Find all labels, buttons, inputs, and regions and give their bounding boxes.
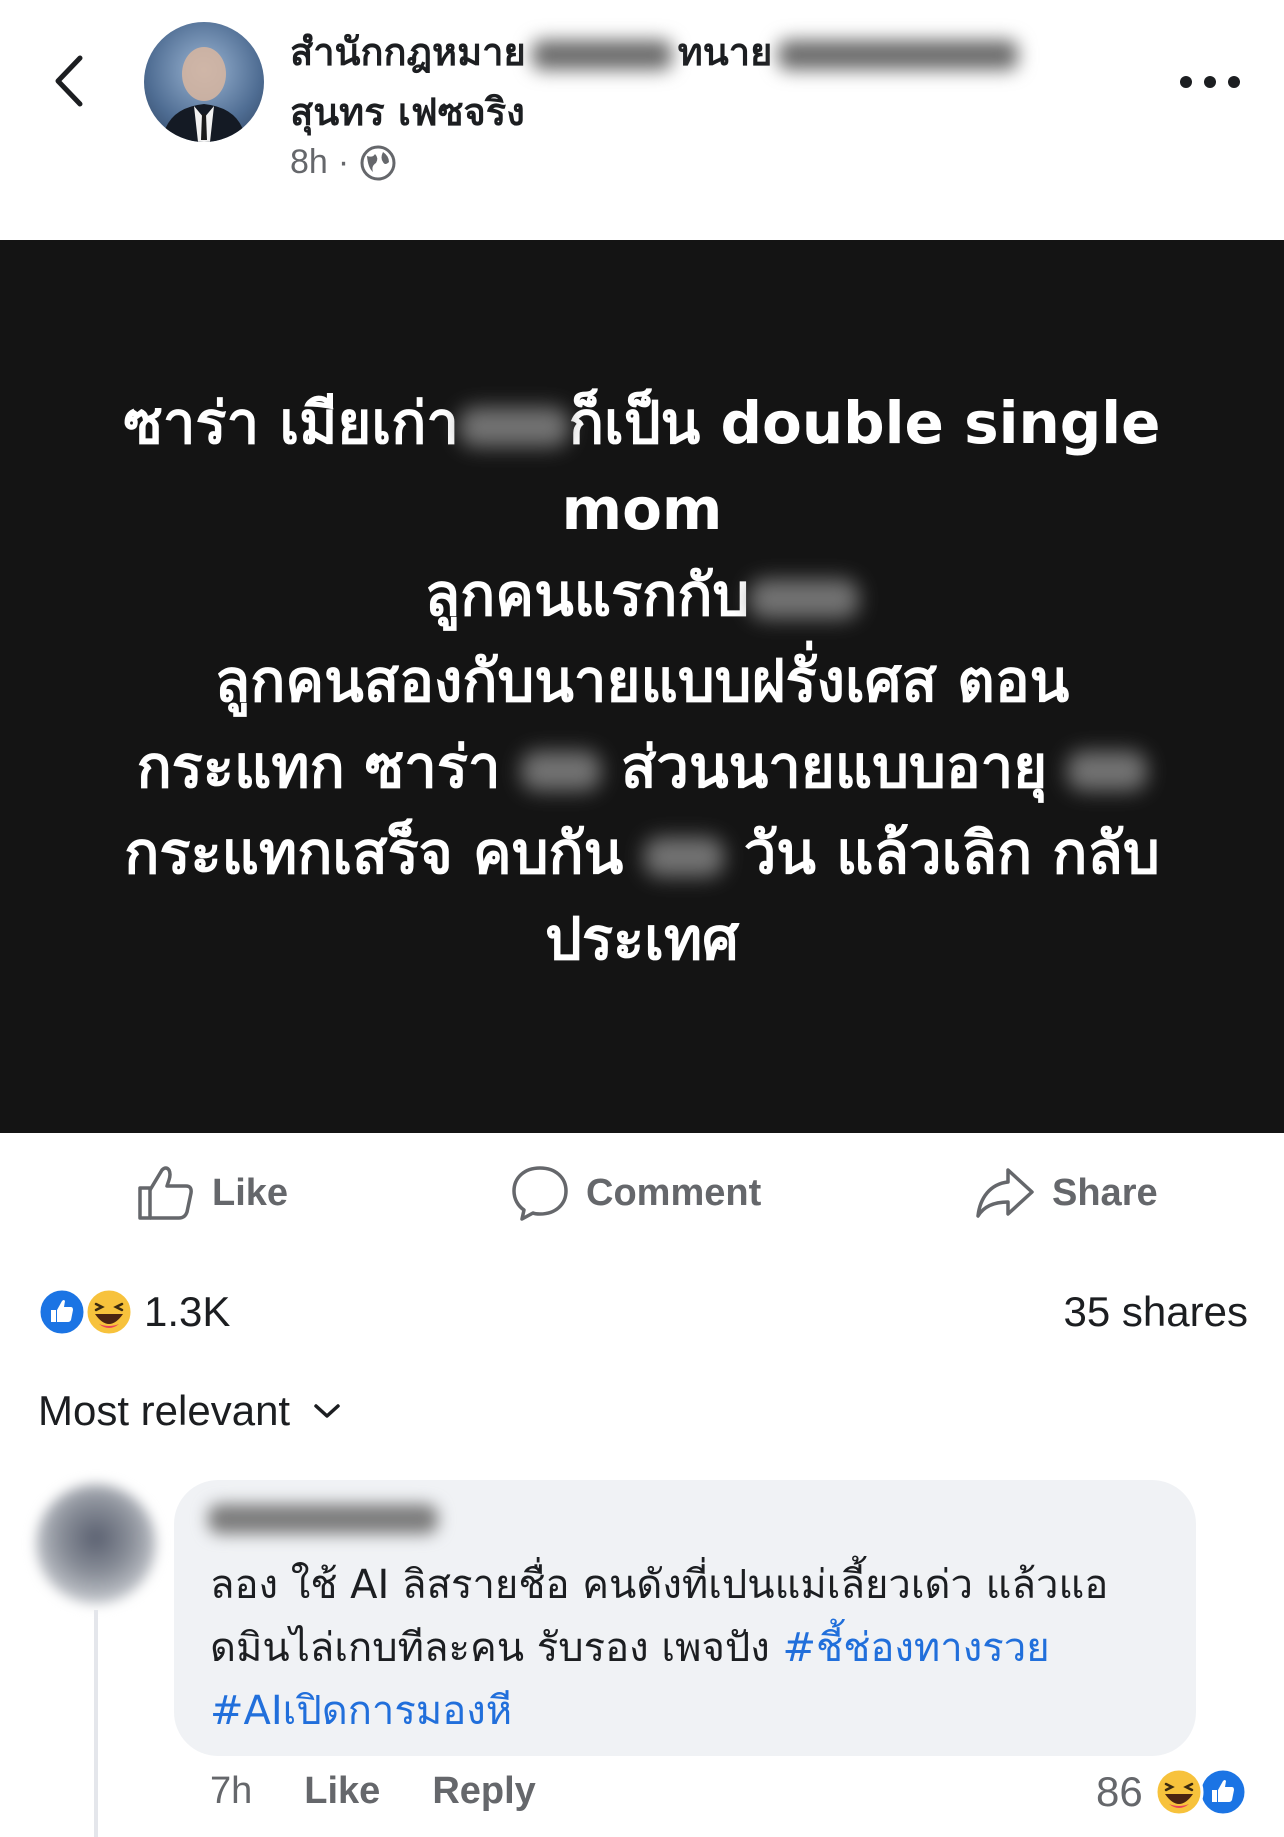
share-arrow-icon bbox=[976, 1168, 1034, 1218]
post-content-panel[interactable]: ซาร่า เมียเก่า ก็เป็น double single mom ล… bbox=[0, 240, 1284, 1133]
like-reaction-icon bbox=[1198, 1767, 1248, 1817]
post-line: ประเทศ bbox=[545, 905, 739, 973]
post-text-segment: วัน แล้วเลิก กลับ bbox=[743, 819, 1160, 887]
like-label: Like bbox=[212, 1171, 289, 1214]
blurred-text bbox=[749, 578, 860, 619]
post-line: กระแทก ซาร่า ส่วนนายแบบอายุ bbox=[80, 724, 1204, 810]
post-text-segment: ส่วนนายแบบอายุ bbox=[620, 733, 1048, 801]
hashtag-link[interactable]: #ชี้ช่องทางรวย bbox=[783, 1625, 1050, 1671]
reaction-icons[interactable] bbox=[36, 1286, 136, 1338]
post-text-segment: ลูกคนแรกกับ bbox=[424, 561, 750, 629]
comment-sort-dropdown[interactable]: Most relevant bbox=[38, 1387, 342, 1435]
more-options-button[interactable] bbox=[1180, 62, 1240, 102]
blurred-text bbox=[520, 750, 601, 791]
share-count[interactable]: 35 shares bbox=[1064, 1286, 1248, 1338]
more-dots-icon bbox=[1180, 76, 1192, 88]
comment-text-segment: ดมินไล่เกบทีละคน รับรอง เพจปัง bbox=[210, 1625, 783, 1671]
more-dots-icon bbox=[1228, 76, 1240, 88]
post-text-segment: ซาร่า เมียเก่า bbox=[123, 389, 459, 457]
page-name-line2: สุนทร เฟซจริง bbox=[290, 90, 525, 134]
post-line: ลูกคนแรกกับ bbox=[80, 552, 1204, 638]
blurred-text bbox=[1067, 750, 1148, 791]
blurred-text bbox=[458, 406, 569, 447]
post-line: ซาร่า เมียเก่า ก็เป็น double single bbox=[80, 380, 1204, 466]
post-line: ลูกคนสองกับนายแบบฝรั่งเศส ตอน bbox=[214, 647, 1070, 715]
post-time[interactable]: 8h bbox=[290, 143, 328, 182]
comment-label: Comment bbox=[586, 1171, 762, 1214]
post-meta: 8h · bbox=[290, 143, 397, 182]
commenter-avatar[interactable] bbox=[36, 1484, 156, 1604]
hashtag-link[interactable]: #AIเปิดการมองหี bbox=[210, 1688, 512, 1734]
comment-reply-button[interactable]: Reply bbox=[432, 1770, 535, 1813]
post-text-segment: กระแทกเสร็จ คบกัน bbox=[124, 819, 624, 887]
like-reaction-icon bbox=[37, 1287, 87, 1337]
comment-bubble-icon bbox=[512, 1166, 568, 1221]
back-button[interactable] bbox=[48, 52, 92, 110]
page-name-part2: ทนาย bbox=[677, 30, 773, 74]
comment-reactions[interactable]: 86 bbox=[1096, 1766, 1249, 1818]
commenter-name[interactable] bbox=[208, 1500, 438, 1536]
chevron-down-icon bbox=[314, 1404, 340, 1418]
haha-reaction-icon bbox=[84, 1287, 134, 1337]
reaction-count[interactable]: 1.3K bbox=[144, 1286, 230, 1338]
avatar-image bbox=[162, 47, 246, 142]
post-text-segment: กระแทก ซาร่า bbox=[136, 733, 501, 801]
blurred-name bbox=[778, 39, 1019, 70]
comment-time[interactable]: 7h bbox=[210, 1770, 252, 1813]
comment-bubble[interactable]: ลอง ใช้ AI ลิสรายชื่อ คนดังที่เปนแม่เลี้… bbox=[174, 1480, 1196, 1756]
comment-reaction-count: 86 bbox=[1096, 1768, 1143, 1815]
share-label: Share bbox=[1052, 1171, 1158, 1214]
thread-line bbox=[94, 1610, 98, 1837]
share-button[interactable]: Share bbox=[974, 1163, 1158, 1223]
comment-text-segment: ลอง ใช้ AI ลิสรายชื่อ คนดังที่เปนแม่เลี้… bbox=[210, 1562, 1109, 1608]
post-text-segment: ก็เป็น double single bbox=[568, 389, 1161, 457]
page-name[interactable]: สำนักกฎหมาย ทนาย สุนทร เฟซจริง bbox=[290, 22, 1120, 142]
like-button[interactable]: Like bbox=[136, 1163, 288, 1223]
comment-like-button[interactable]: Like bbox=[304, 1770, 380, 1813]
page-avatar[interactable] bbox=[144, 22, 264, 142]
comment-text: ลอง ใช้ AI ลิสรายชื่อ คนดังที่เปนแม่เลี้… bbox=[210, 1554, 1170, 1743]
post-line: mom bbox=[561, 475, 723, 543]
meta-separator: · bbox=[337, 143, 350, 181]
thumbs-up-icon bbox=[138, 1166, 193, 1220]
comment-meta: 7h Like Reply bbox=[210, 1770, 588, 1813]
sort-label: Most relevant bbox=[38, 1387, 291, 1434]
globe-icon bbox=[360, 145, 396, 180]
post-text: ซาร่า เมียเก่า ก็เป็น double single mom ล… bbox=[80, 380, 1204, 982]
page-name-part1: สำนักกฎหมาย bbox=[290, 30, 526, 74]
blurred-name bbox=[531, 39, 672, 70]
more-dots-icon bbox=[1204, 76, 1216, 88]
comment-button[interactable]: Comment bbox=[510, 1163, 761, 1223]
post-stats: 1.3K 35 shares bbox=[36, 1280, 1248, 1344]
post-action-bar: Like Comment Share bbox=[0, 1133, 1284, 1253]
post-line: กระแทกเสร็จ คบกัน วัน แล้วเลิก กลับ bbox=[80, 810, 1204, 896]
chevron-left-icon bbox=[55, 55, 83, 107]
blurred-text bbox=[643, 836, 724, 877]
haha-reaction-icon bbox=[1154, 1767, 1204, 1817]
